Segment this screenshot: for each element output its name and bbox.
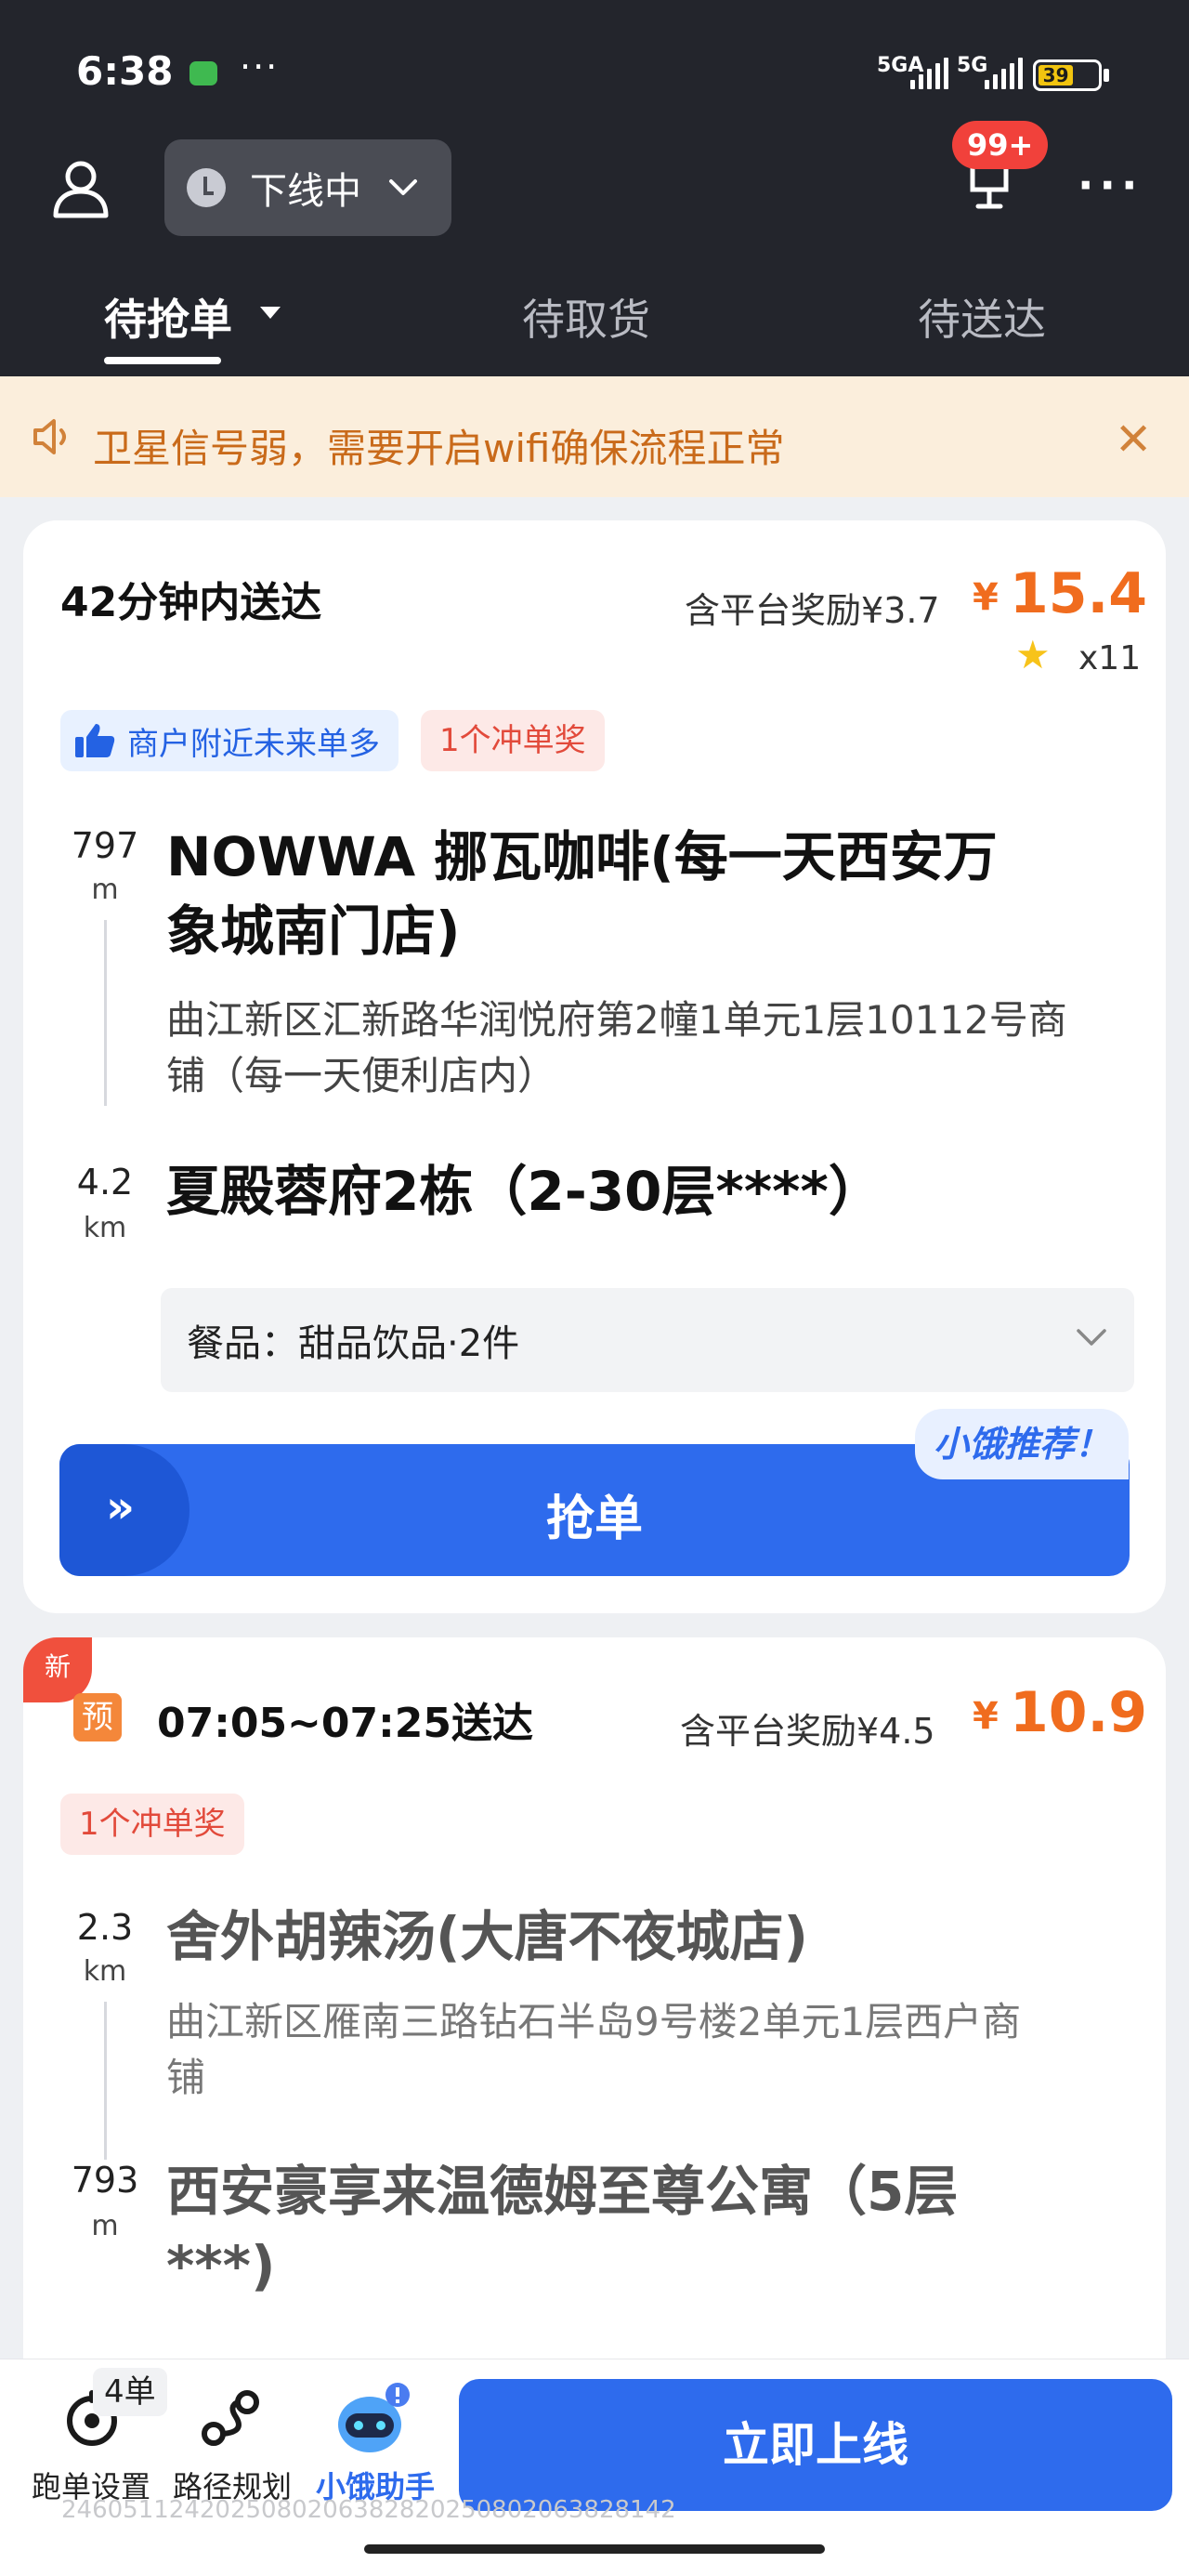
pickup-address: 曲江新区雁南三路钻石半岛9号楼2单元1层西户商 bbox=[166, 1999, 1022, 2044]
deliver-time: 07:05~07:25送达 bbox=[157, 1700, 533, 1747]
rush-bonus-tag: 1个冲单奖 bbox=[421, 710, 605, 771]
signal-bars-icon bbox=[910, 58, 948, 89]
price-currency: ¥ bbox=[973, 1695, 999, 1738]
grab-order-label: 抢单 bbox=[545, 1492, 643, 1547]
pickup-shop-name: 舍外胡辣汤(大唐不夜城店) bbox=[166, 1905, 809, 1968]
dropoff-address-2: ***) bbox=[166, 2234, 276, 2297]
footer-id-text: 2460511242025080206382820250802063828142 bbox=[61, 2496, 676, 2524]
dropoff-distance-unit: km bbox=[83, 1212, 127, 1244]
order-price: 15.4 bbox=[1010, 561, 1148, 626]
home-indicator[interactable] bbox=[364, 2544, 825, 2554]
pickup-shop-name: NOWWA 挪瓦咖啡(每一天西安万 bbox=[166, 825, 998, 888]
dropoff-address: 夏殿蓉府2栋（2-30层****） bbox=[166, 1160, 882, 1223]
chevron-down-icon bbox=[1077, 1329, 1106, 1346]
pickup-distance: 797 bbox=[71, 825, 139, 866]
thumbs-up-icon bbox=[75, 724, 115, 757]
route-line bbox=[104, 920, 107, 1106]
tab-pending-grab[interactable]: 待抢单 bbox=[104, 286, 232, 348]
pickup-shop-name-2: 象城南门店) bbox=[166, 900, 461, 963]
order-card[interactable]: 42分钟内送达 含平台奖励¥3.7 ¥ 15.4 ★ x11 商户附近未来单多 … bbox=[23, 520, 1166, 1613]
dropoff-distance: 793 bbox=[71, 2160, 139, 2201]
route-planning-icon[interactable] bbox=[199, 2385, 264, 2451]
close-icon[interactable]: ✕ bbox=[1115, 414, 1152, 466]
pickup-address-2: 铺 bbox=[166, 2055, 206, 2100]
message-icon bbox=[189, 61, 217, 85]
signal-notice-bar: 卫星信号弱，需要开启wifi确保流程正常 ✕ bbox=[0, 376, 1189, 497]
signal-bars-2-icon bbox=[985, 58, 1023, 89]
tab-caret-down-icon[interactable] bbox=[260, 307, 281, 319]
battery-tip bbox=[1104, 69, 1109, 82]
star-icon: ★ bbox=[1015, 632, 1051, 677]
tab-pending-pickup[interactable]: 待取货 bbox=[522, 286, 650, 348]
notification-badge: 99+ bbox=[952, 121, 1049, 169]
deliver-time: 42分钟内送达 bbox=[60, 579, 322, 626]
tab-pending-delivery[interactable]: 待送达 bbox=[918, 286, 1046, 348]
tab-active-indicator bbox=[104, 357, 221, 364]
items-summary[interactable]: 餐品：甜品饮品·2件 bbox=[161, 1288, 1134, 1392]
recommend-badge: 小饿推荐！ bbox=[915, 1409, 1130, 1479]
user-profile-icon[interactable] bbox=[50, 158, 111, 219]
bonus-text: 含平台奖励¥3.7 bbox=[685, 590, 940, 631]
pickup-distance-unit: km bbox=[83, 1955, 127, 1988]
dropoff-distance-unit: m bbox=[91, 2210, 119, 2242]
top-header: 6:38 ··· 5GA 5G 39 下线中 99+ ··· 待抢单 待取货 待… bbox=[0, 0, 1189, 376]
dropoff-address: 西安豪享来温德姆至尊公寓（5层 bbox=[166, 2160, 959, 2223]
rush-bonus-tag: 1个冲单奖 bbox=[60, 1794, 244, 1855]
pickup-distance-unit: m bbox=[91, 874, 119, 906]
pickup-address: 曲江新区汇新路华润悦府第2幢1单元1层10112号商 bbox=[166, 997, 1067, 1043]
route-line bbox=[104, 2002, 107, 2160]
assistant-robot-icon[interactable] bbox=[331, 2382, 412, 2460]
network-5g-label: 5G bbox=[957, 54, 988, 77]
status-time: 6:38 bbox=[76, 48, 174, 94]
items-summary-label: 餐品：甜品饮品·2件 bbox=[187, 1322, 520, 1365]
merchant-tag: 商户附近未来单多 bbox=[60, 710, 399, 771]
battery-icon: 39 bbox=[1033, 59, 1102, 91]
order-count-badge: 4单 bbox=[93, 2368, 167, 2416]
notice-text: 卫星信号弱，需要开启wifi确保流程正常 bbox=[93, 426, 785, 471]
star-count: x11 bbox=[1078, 639, 1142, 677]
pickup-address-2: 铺（每一天便利店内） bbox=[166, 1053, 557, 1098]
online-status-label: 下线中 bbox=[250, 170, 361, 213]
merchant-tag-label: 商户附近未来单多 bbox=[127, 725, 380, 763]
go-online-button[interactable]: 立即上线 bbox=[459, 2379, 1172, 2511]
more-menu-button[interactable]: ··· bbox=[1078, 160, 1143, 210]
battery-level: 39 bbox=[1039, 65, 1074, 85]
status-more-dots: ··· bbox=[240, 46, 280, 87]
order-price: 10.9 bbox=[1010, 1680, 1148, 1745]
preorder-tag: 预 bbox=[73, 1693, 122, 1741]
online-status-dropdown[interactable]: 下线中 bbox=[164, 139, 451, 236]
dropoff-distance: 4.2 bbox=[76, 1162, 134, 1203]
clock-icon bbox=[187, 168, 226, 207]
price-currency: ¥ bbox=[973, 576, 999, 619]
speaker-icon bbox=[33, 419, 66, 454]
pickup-distance: 2.3 bbox=[76, 1907, 134, 1948]
bonus-text: 含平台奖励¥4.5 bbox=[680, 1711, 935, 1752]
chevron-down-icon bbox=[389, 179, 417, 195]
